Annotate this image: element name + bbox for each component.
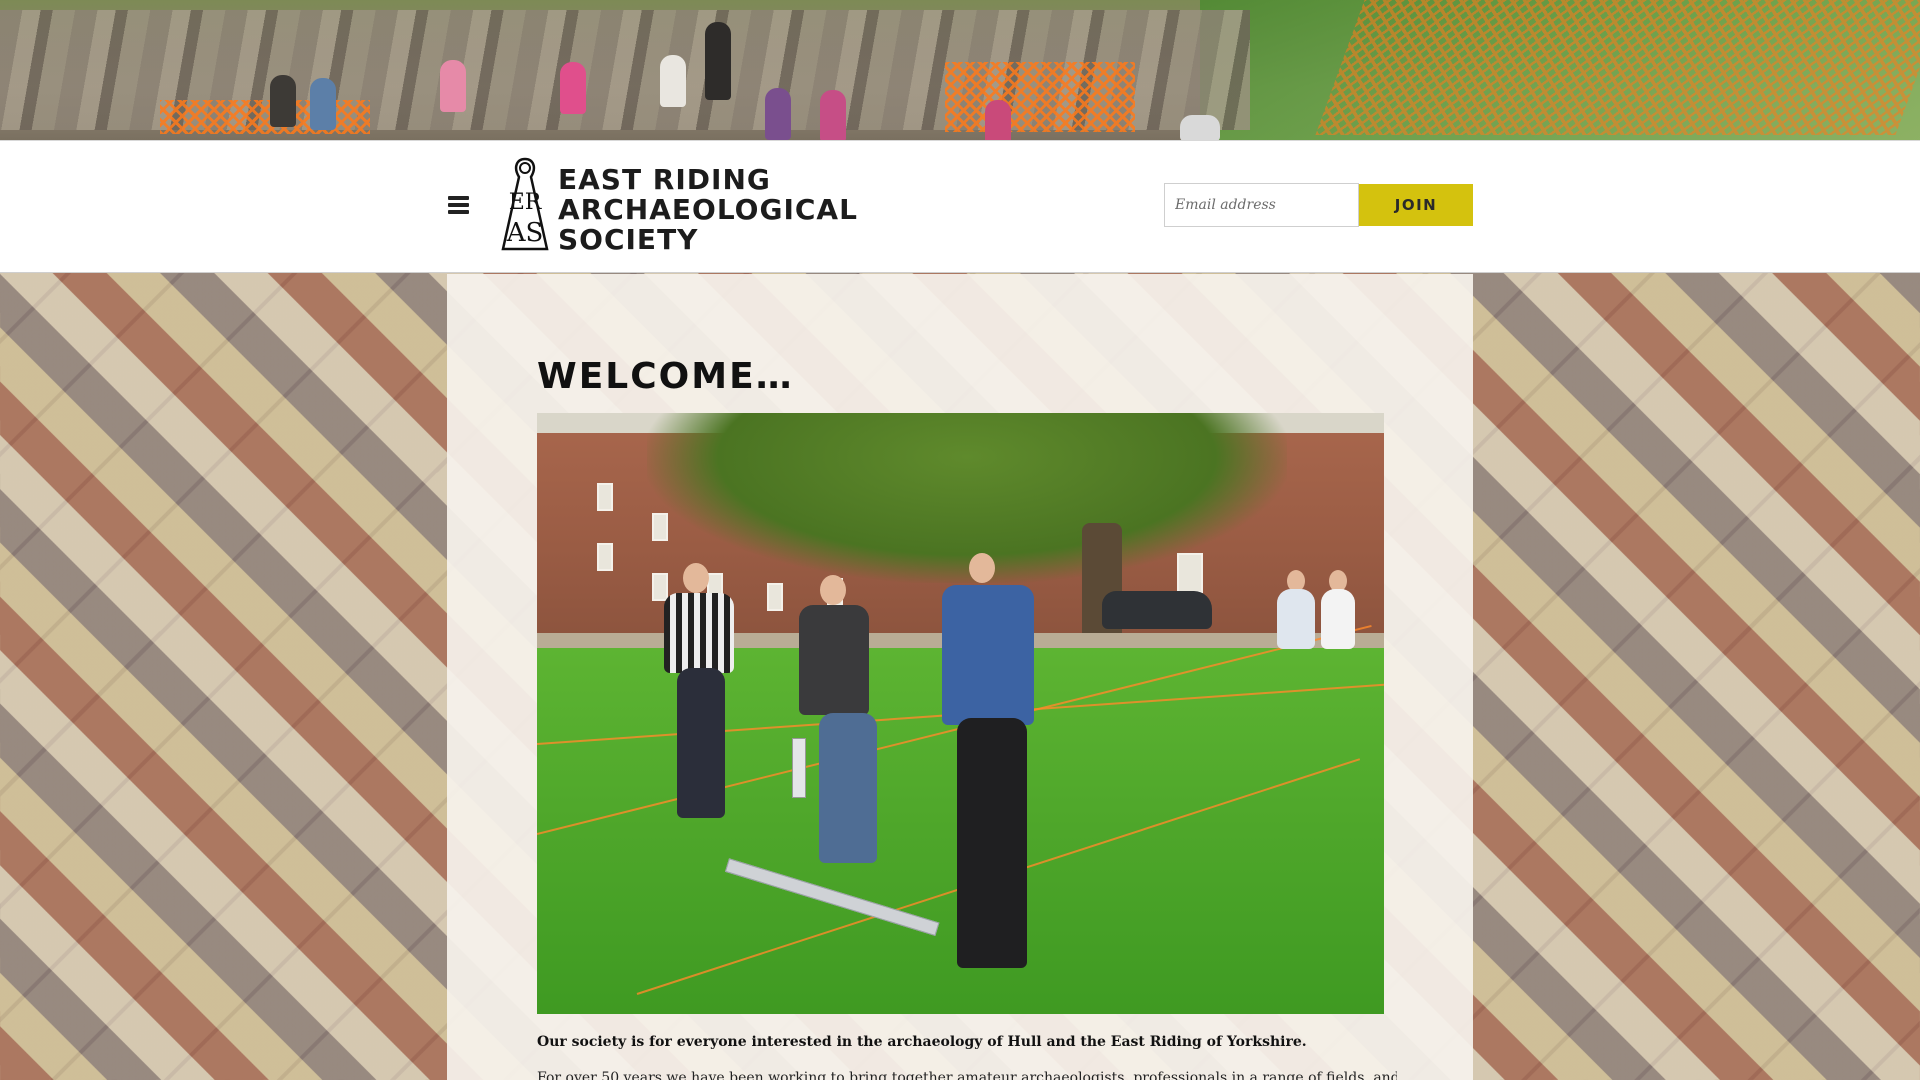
hero-person [440,60,466,112]
hero-person [765,88,791,140]
site-name-line-1: East Riding [558,163,771,196]
email-address-input[interactable] [1164,183,1359,227]
hero-person [270,75,296,127]
hero-fence [160,100,370,134]
hero-person [560,62,586,114]
page-heading: Welcome… [537,356,794,397]
hero-person [705,22,731,100]
hero-banner-image [0,0,1920,140]
hero-fence [1315,0,1920,135]
hero-person [985,100,1011,140]
hamburger-menu-icon[interactable] [448,196,469,214]
intro-text: Our society is for everyone interested i… [537,1034,1307,1050]
site-name-line-2: Archaeological [558,193,858,226]
hero-person [1180,115,1220,140]
site-header: ER AS East Riding Archaeological Society… [0,140,1920,273]
hero-person [660,55,686,107]
svg-text:ER: ER [509,190,543,215]
society-logo-mark[interactable]: ER AS [497,157,553,253]
body-paragraph: For over 50 years we have been working t… [537,1070,1397,1080]
join-button[interactable]: Join [1359,184,1473,226]
site-name-line-3: Society [558,223,699,256]
hero-person [820,90,846,140]
hero-fence [945,62,1135,132]
hero-person [310,78,336,130]
main-content-panel: Welcome… Our so [447,274,1473,1080]
site-name[interactable]: East Riding Archaeological Society [558,165,858,255]
svg-text:AS: AS [506,218,544,248]
geophysics-survey-photo [537,413,1384,1014]
